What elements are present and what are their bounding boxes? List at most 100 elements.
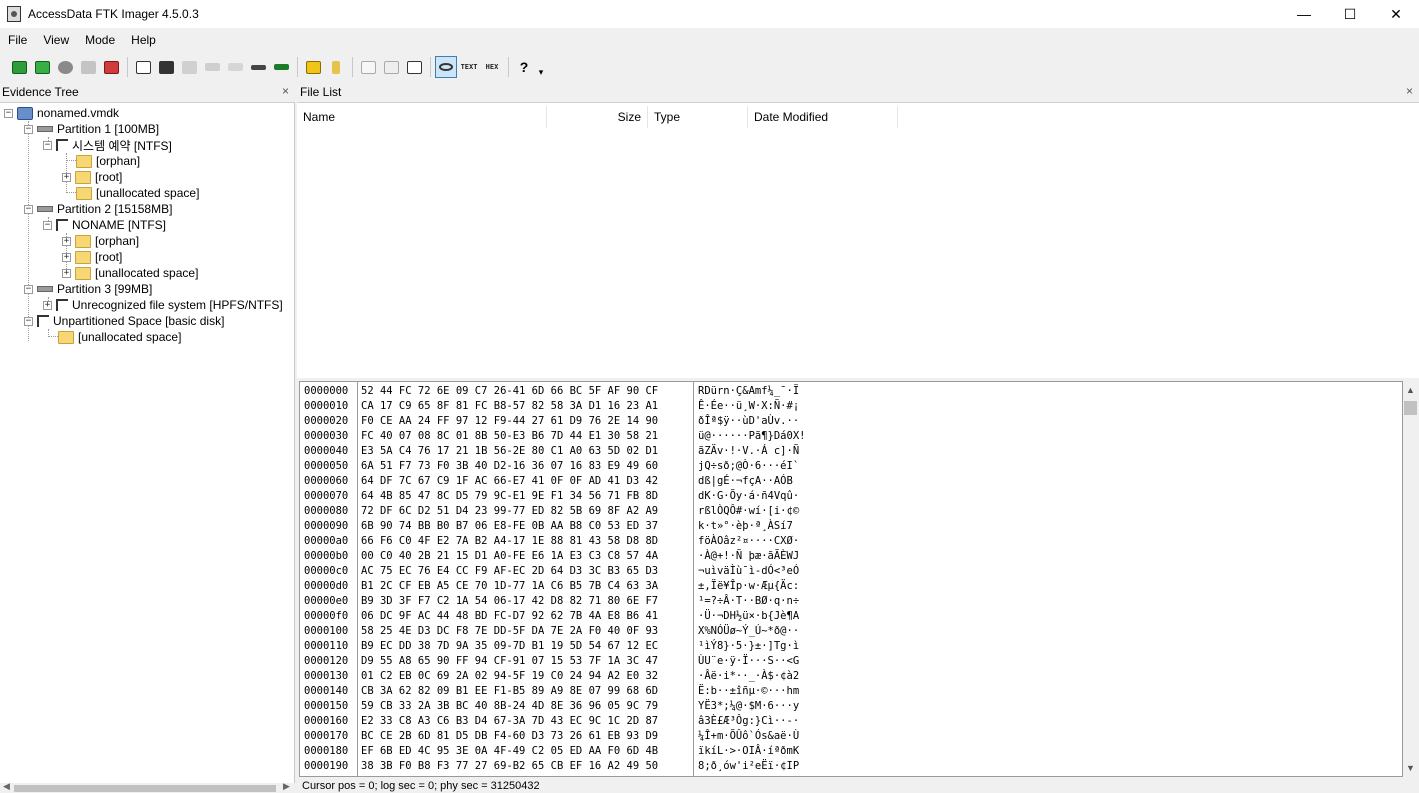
remove-evidence-icon: [80, 60, 96, 74]
hex-bytes: E3 5A C4 76 17 21 1B 56-2E 80 C1 A0 63 5…: [361, 445, 659, 457]
scroll-left-icon[interactable]: ◀: [3, 781, 10, 792]
expand-icon[interactable]: +: [62, 268, 71, 278]
tree-node-label: Partition 3 [99MB]: [57, 282, 153, 296]
tree-node-partition-1[interactable]: − Partition 1 [100MB]: [24, 121, 159, 137]
scroll-up-icon[interactable]: ▲: [1406, 385, 1415, 395]
tree-node-partition-2[interactable]: − Partition 2 [15158MB]: [24, 201, 172, 217]
custom-content-button[interactable]: [302, 56, 324, 78]
toolbar-separator: [508, 57, 509, 77]
hex-bytes: B9 EC DD 38 7D 9A 35 09-7D B1 19 5D 54 6…: [361, 640, 659, 652]
memory-icon: [273, 64, 289, 70]
export-hash-button[interactable]: [380, 56, 402, 78]
hex-view-icon: HEX: [485, 63, 499, 71]
tree-node-label: [root]: [95, 250, 123, 264]
tree-node-volume-system-reserved[interactable]: − 시스템 예약 [NTFS]: [43, 137, 172, 153]
image-mounting-button[interactable]: [54, 56, 76, 78]
collapse-icon[interactable]: −: [43, 220, 52, 230]
tree-node-unallocated[interactable]: + [unallocated space]: [62, 265, 198, 281]
tree-node-root[interactable]: + [root]: [62, 169, 122, 185]
tree-node-orphan[interactable]: [orphan]: [76, 153, 140, 169]
auto-view-button[interactable]: [435, 56, 457, 78]
close-button[interactable]: ✕: [1373, 0, 1419, 28]
tree-node-label: [unallocated space]: [95, 266, 199, 280]
tree-node-root[interactable]: + [root]: [62, 249, 122, 265]
remove-all-evidence-button[interactable]: [100, 56, 122, 78]
obtain-protected-files-button[interactable]: [224, 56, 246, 78]
tree-node-label: NONAME [NTFS]: [72, 218, 167, 232]
file-list-icon: [383, 60, 399, 74]
toolbar-separator: [297, 57, 298, 77]
menu-help[interactable]: Help: [123, 33, 164, 47]
folder-icon: [76, 186, 92, 200]
help-button[interactable]: ?: [513, 56, 535, 78]
app-icon: [7, 6, 21, 22]
maximize-button[interactable]: ☐: [1327, 0, 1373, 28]
column-date-modified[interactable]: Date Modified: [748, 106, 898, 128]
hex-bytes: 38 3B F0 B8 F3 77 27 69-B2 65 CB EF 16 A…: [361, 760, 659, 772]
hex-offset: 0000080: [304, 505, 349, 517]
evidence-tree-hscrollbar[interactable]: ◀ ▶: [0, 781, 295, 793]
column-size[interactable]: Size: [547, 106, 648, 128]
hex-ascii: dß|gÉ·¬fçA··­AÓB: [698, 475, 793, 487]
decrypt-button[interactable]: [325, 56, 347, 78]
memory-button[interactable]: [270, 56, 292, 78]
hex-bytes: AC 75 EC 76 E4 CC F9 AF-EC 2D 64 D3 3C B…: [361, 565, 659, 577]
hex-vscrollbar[interactable]: ▲ ▼: [1403, 381, 1419, 777]
hex-ascii: ÙU¨e·ÿ·Ï···S··<G: [698, 655, 800, 667]
column-name[interactable]: Name: [297, 106, 547, 128]
tree-node-orphan[interactable]: + [orphan]: [62, 233, 139, 249]
scroll-thumb[interactable]: [14, 785, 276, 792]
collapse-icon[interactable]: −: [4, 108, 13, 118]
menu-view[interactable]: View: [35, 33, 77, 47]
scroll-thumb[interactable]: [1404, 401, 1417, 415]
column-type[interactable]: Type: [648, 106, 748, 128]
expand-icon[interactable]: +: [43, 300, 52, 310]
collapse-icon[interactable]: −: [24, 124, 33, 134]
expand-icon[interactable]: +: [62, 172, 71, 182]
tree-node-label: [orphan]: [95, 234, 140, 248]
add-all-devices-button[interactable]: [31, 56, 53, 78]
tree-node-unallocated[interactable]: [unallocated space]: [76, 185, 199, 201]
tree-node-volume-noname[interactable]: − NONAME [NTFS]: [43, 217, 166, 233]
remove-evidence-button[interactable]: [77, 56, 99, 78]
hex-offset: 00000d0: [304, 580, 349, 592]
file-list: Name Size Type Date Modified: [297, 103, 1419, 378]
export-logical-image-button[interactable]: [178, 56, 200, 78]
hex-offset: 0000010: [304, 400, 349, 412]
close-icon[interactable]: ×: [1406, 84, 1413, 98]
tree-node-disk[interactable]: − nonamed.vmdk: [4, 105, 119, 121]
menu-file[interactable]: File: [0, 33, 35, 47]
folder-icon: [75, 234, 91, 248]
toolbar-options-button[interactable]: ▾: [536, 56, 546, 78]
hex-view[interactable]: 0000000 52 44 FC 72 6E 09 C7 26-41 6D 66 …: [299, 381, 1403, 777]
create-disk-image-button[interactable]: [132, 56, 154, 78]
tree-node-unrecognized-fs[interactable]: + Unrecognized file system [HPFS/NTFS]: [43, 297, 283, 313]
minimize-button[interactable]: —: [1281, 0, 1327, 28]
tree-node-unpartitioned-space[interactable]: − Unpartitioned Space [basic disk]: [24, 313, 224, 329]
key-icon: [332, 60, 340, 74]
text-view-button[interactable]: TEXT: [458, 56, 480, 78]
tree-node-unallocated[interactable]: [unallocated space]: [58, 329, 181, 345]
collapse-icon[interactable]: −: [24, 316, 33, 326]
export-directory-listing-button[interactable]: [403, 56, 425, 78]
evidence-tree-title: Evidence Tree: [2, 84, 79, 99]
capture-memory-button[interactable]: [201, 56, 223, 78]
menu-mode[interactable]: Mode: [77, 33, 123, 47]
evidence-tree: − nonamed.vmdk − Partition 1 [100MB] − 시…: [0, 103, 295, 783]
scroll-down-icon[interactable]: ▼: [1406, 763, 1415, 773]
collapse-icon[interactable]: −: [24, 284, 33, 294]
export-disk-image-button[interactable]: [155, 56, 177, 78]
close-icon[interactable]: ×: [282, 84, 289, 98]
collapse-icon[interactable]: −: [43, 140, 52, 150]
detect-encryption-button[interactable]: [247, 56, 269, 78]
add-evidence-button[interactable]: [8, 56, 30, 78]
tree-node-partition-3[interactable]: − Partition 3 [99MB]: [24, 281, 152, 297]
hex-offset: 0000190: [304, 760, 349, 772]
expand-icon[interactable]: +: [62, 236, 71, 246]
scroll-right-icon[interactable]: ▶: [283, 781, 290, 792]
export-files-button[interactable]: [357, 56, 379, 78]
expand-icon[interactable]: +: [62, 252, 71, 262]
toolbar: TEXT HEX ? ▾: [0, 54, 1419, 80]
collapse-icon[interactable]: −: [24, 204, 33, 214]
hex-view-button[interactable]: HEX: [481, 56, 503, 78]
